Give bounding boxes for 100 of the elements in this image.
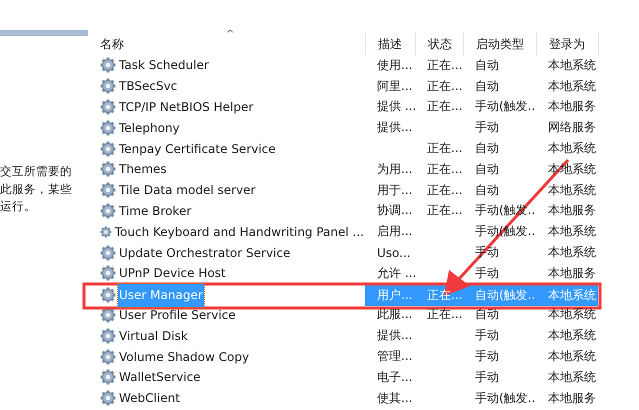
table-cell: 正在... [427, 58, 462, 72]
service-row[interactable]: Tile Data model server 用于... 正在... 自动 本地系统 [88, 180, 639, 201]
service-row[interactable]: Virtual Disk 提供... 手动 本地系统 [88, 325, 639, 346]
service-name: Tile Data model server [118, 182, 256, 198]
table-cell: Uso... [377, 246, 411, 260]
service-name: Time Broker [118, 202, 192, 219]
service-row[interactable]: TCP/IP NetBIOS Helper 提供 ... 正在... 手动(触发... 本地服务 [88, 96, 639, 118]
table-cell: 正在... [427, 286, 462, 304]
table-cell: 正在... [427, 141, 462, 156]
service-description-text: 运行。 [0, 198, 37, 215]
table-cell: 自动 [475, 58, 499, 72]
service-row[interactable]: UPnP Device Host 允许 ... 手动 本地服务 [88, 262, 639, 284]
table-cell: 阿里... [377, 78, 412, 93]
gear-icon [100, 328, 116, 344]
table-cell: 本地系统 [548, 141, 596, 156]
table-cell: 手动 [475, 328, 499, 342]
gear-icon [100, 244, 116, 261]
service-name: Virtual Disk [118, 328, 189, 344]
table-cell: 自动 [475, 307, 499, 322]
table-cell: 正在... [427, 203, 462, 218]
table-cell: 本地系统 [548, 162, 596, 176]
table-cell: 网络服务 [548, 120, 596, 134]
table-cell: 自动 [475, 162, 499, 176]
table-cell: 正在... [427, 182, 462, 197]
service-row[interactable]: Task Scheduler 使用... 正在... 自动 本地系统 [88, 55, 639, 76]
table-cell: 协调... [377, 203, 412, 218]
table-cell: 正在... [427, 162, 462, 176]
service-name: WalletService [118, 369, 202, 386]
service-name: User Manager [118, 284, 204, 307]
table-cell: 本地服务 [548, 266, 596, 280]
gear-icon [100, 140, 116, 157]
service-row[interactable]: Volume Shadow Copy 管理... 手动 本地系统 [88, 346, 639, 367]
table-cell: 管理... [377, 349, 412, 364]
table-cell: 电子... [377, 370, 412, 384]
table-cell: 手动 [475, 370, 499, 384]
table-cell: 正在... [427, 78, 462, 93]
table-cell: 本地服务 [548, 203, 596, 218]
table-cell: 本地系统 [548, 182, 596, 197]
service-row[interactable]: Telephony 提供... 手动 网络服务 [88, 117, 639, 138]
service-row[interactable]: Themes 为用... 正在... 自动 本地系统 [88, 158, 639, 180]
gear-icon [100, 306, 116, 323]
table-cell: 自动 [475, 182, 499, 197]
column-header[interactable]: 状态 [415, 33, 463, 55]
gear-icon [100, 369, 116, 386]
table-cell: 启用... [377, 224, 412, 238]
table-cell: 手动(触发... [475, 390, 536, 405]
service-name: TCP/IP NetBIOS Helper [118, 98, 254, 115]
service-description-text: 交互所需要的 [0, 163, 73, 180]
service-row[interactable]: WalletService 电子... 手动 本地系统 [88, 366, 639, 388]
table-cell: 用于... [377, 182, 412, 197]
gear-icon [100, 224, 112, 240]
table-cell: 用户... [377, 286, 412, 304]
table-cell: 本地系统 [548, 328, 596, 342]
service-name: Task Scheduler [118, 57, 210, 74]
gear-icon [100, 57, 116, 74]
table-cell: 手动 [475, 266, 499, 280]
table-cell: 本地服务 [548, 390, 596, 405]
table-cell: 本地系统 [548, 245, 596, 260]
table-cell: 自动 [475, 141, 499, 156]
table-cell: 本地系统 [548, 58, 596, 72]
service-name: Volume Shadow Copy [118, 348, 250, 365]
table-cell: 使其... [377, 390, 412, 405]
gear-icon [100, 202, 116, 219]
service-name: Telephony [118, 120, 181, 136]
table-cell: 本地系统 [548, 307, 596, 322]
service-row[interactable]: Tenpay Certificate Service 正在... 自动 本地系统 [88, 138, 639, 159]
service-name: Update Orchestrator Service [118, 244, 292, 261]
gear-icon [100, 390, 116, 406]
gear-icon [100, 161, 116, 178]
table-cell: 提供... [377, 328, 412, 342]
table-cell: 此服... [377, 307, 412, 322]
column-header[interactable]: 描述 [365, 33, 415, 55]
gear-icon [100, 348, 116, 365]
service-row[interactable]: TBSecSvc 阿里... 正在... 自动 本地系统 [88, 76, 639, 97]
service-name: Touch Keyboard and Handwriting Panel ... [114, 224, 365, 240]
service-name: Themes [118, 161, 168, 178]
service-name: Tenpay Certificate Service [118, 140, 277, 157]
gear-icon [100, 98, 116, 115]
table-cell: 手动 [475, 120, 499, 134]
table-cell: 本地系统 [548, 78, 596, 93]
table-cell: 手动 [475, 349, 499, 364]
service-name: TBSecSvc [118, 78, 178, 94]
gear-icon [100, 78, 116, 94]
table-cell: 本地系统 [548, 224, 596, 238]
service-description-text: 此服务，某些 [0, 180, 73, 198]
gear-icon [100, 182, 116, 198]
table-cell: 为用... [377, 162, 412, 176]
service-name: UPnP Device Host [118, 265, 227, 282]
table-cell: 正在... [427, 307, 462, 322]
column-header[interactable]: 登录为 [536, 33, 598, 55]
service-name: User Profile Service [118, 306, 237, 323]
table-cell: 正在... [427, 99, 462, 114]
service-row[interactable]: WebClient 使其... 手动(触发... 本地服务 [88, 388, 639, 409]
table-cell: 提供 ... [377, 99, 415, 114]
service-row[interactable]: User Profile Service 此服... 正在... 自动 本地系统 [88, 304, 639, 326]
table-cell: 允许 ... [377, 266, 415, 280]
table-cell: 本地系统 [548, 349, 596, 364]
table-cell: 本地系统 [548, 286, 596, 304]
column-header[interactable]: 启动类型 [463, 33, 536, 55]
gear-icon [100, 287, 116, 304]
